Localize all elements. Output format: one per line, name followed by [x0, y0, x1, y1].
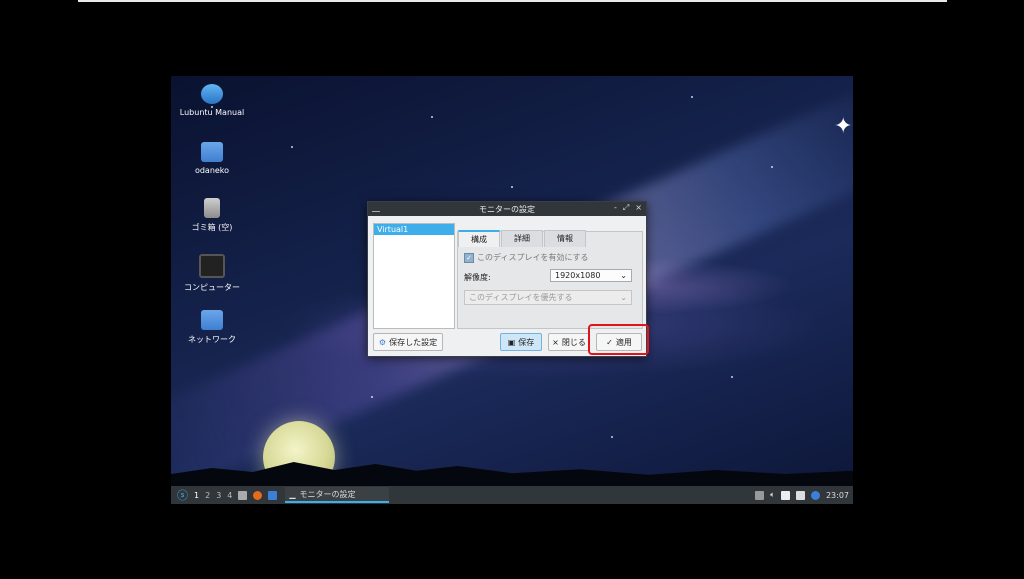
apply-highlight-box — [588, 324, 649, 355]
close-icon[interactable]: × — [635, 203, 642, 213]
file-manager-icon[interactable] — [238, 490, 248, 500]
app-icon — [372, 206, 380, 212]
save-button[interactable]: ▣ 保存 — [500, 333, 542, 351]
resolution-select[interactable]: 1920x1080 ⌄ — [550, 269, 632, 282]
desktop-icon-lubuntu-manual[interactable]: Lubuntu Manual — [174, 84, 250, 117]
taskbar-task-monitor-settings[interactable]: ▁ モニターの設定 — [285, 487, 390, 503]
workspace-1[interactable]: 1 — [194, 491, 199, 500]
star — [611, 436, 613, 438]
manual-icon — [201, 84, 223, 104]
update-icon[interactable] — [810, 490, 820, 500]
desktop-icon-network[interactable]: ネットワーク — [174, 310, 250, 345]
minimize-icon[interactable]: - — [614, 203, 617, 213]
saved-settings-button[interactable]: ⚙ 保存した設定 — [373, 333, 443, 351]
save-icon: ▣ — [507, 337, 516, 347]
computer-icon — [199, 254, 225, 278]
top-line — [78, 0, 947, 2]
primary-display-select: このディスプレイを優先する ⌄ — [464, 290, 632, 305]
monitor-list-item[interactable]: Virtual1 — [374, 224, 454, 235]
taskbar: ⓢ 1 2 3 4 ▁ モニターの設定 🔈︎ 23:07 — [171, 486, 853, 504]
desktop-icon-trash[interactable]: ゴミ箱 (空) — [174, 198, 250, 233]
tab-info[interactable]: 情報 — [544, 230, 586, 247]
network-folder-icon — [201, 310, 223, 330]
maximize-icon[interactable]: ⤢ — [623, 203, 629, 213]
enable-display-row[interactable]: ✓ このディスプレイを有効にする — [464, 252, 589, 263]
tab-details[interactable]: 詳細 — [501, 230, 543, 247]
monitor-app-icon: ▁ — [289, 489, 296, 499]
workspace-4[interactable]: 4 — [227, 491, 232, 500]
tab-bar: 構成 詳細 情報 — [458, 230, 587, 247]
star — [771, 166, 773, 168]
system-tray: 🔈︎ 23:07 — [755, 490, 849, 500]
close-x-icon: × — [552, 337, 559, 347]
star — [511, 186, 513, 188]
monitor-list: Virtual1 — [373, 223, 455, 329]
clipboard-icon[interactable] — [780, 490, 790, 500]
tab-layout[interactable]: 構成 — [458, 230, 500, 247]
desktop-icon-home[interactable]: odaneko — [174, 142, 250, 175]
close-button[interactable]: × 閉じる — [548, 333, 590, 351]
star — [691, 96, 693, 98]
show-desktop-icon[interactable] — [268, 490, 278, 500]
star — [291, 146, 293, 148]
desktop-icon-computer[interactable]: コンピューター — [174, 254, 250, 293]
chevron-down-icon: ⌄ — [620, 271, 627, 280]
enable-display-checkbox[interactable]: ✓ — [464, 252, 474, 263]
bright-star-icon: ✦ — [834, 114, 853, 139]
firefox-icon[interactable] — [253, 490, 263, 500]
workspace-2[interactable]: 2 — [205, 491, 210, 500]
dialog-title: モニターの設定 — [479, 204, 535, 214]
workspace-3[interactable]: 3 — [216, 491, 221, 500]
start-menu-icon[interactable]: ⓢ — [177, 487, 188, 503]
dialog-titlebar[interactable]: モニターの設定 - ⤢ × — [368, 202, 646, 216]
star — [371, 396, 373, 398]
volume-icon[interactable]: 🔈︎ — [770, 490, 775, 500]
tab-content: ✓ このディスプレイを有効にする 解像度: 1920x1080 ⌄ このディスプ… — [464, 247, 634, 322]
gear-icon: ⚙ — [378, 337, 387, 347]
resolution-label: 解像度: — [464, 273, 491, 282]
trash-icon — [204, 198, 220, 218]
home-folder-icon — [201, 142, 223, 162]
network-tray-icon[interactable] — [795, 490, 805, 500]
keyboard-icon[interactable] — [755, 490, 765, 500]
star — [731, 376, 733, 378]
star — [431, 116, 433, 118]
chevron-down-icon: ⌄ — [620, 293, 627, 302]
clock[interactable]: 23:07 — [826, 491, 849, 500]
